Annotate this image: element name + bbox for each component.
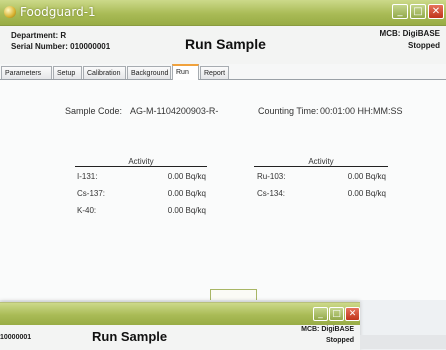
- close-button[interactable]: ✕: [345, 307, 360, 321]
- nuclide-label: I-131:: [77, 172, 98, 181]
- sample-code-value: AG-M-1104200903-R-: [130, 106, 219, 116]
- minimize-button[interactable]: _: [313, 307, 328, 321]
- second-window: _ □ ✕ 10000001 Run Sample MCB: DigiBASE …: [0, 302, 360, 350]
- minimize-button[interactable]: _: [392, 4, 408, 19]
- nuclide-label: Cs-137:: [77, 189, 106, 198]
- title-bar[interactable]: Foodguard-1 _ □ ✕: [0, 0, 446, 26]
- nuclide-label: K-40:: [77, 206, 97, 215]
- activity-value: 0.00 Bq/kq: [347, 189, 386, 198]
- tab-background[interactable]: Background: [127, 66, 171, 79]
- counting-time-value: 00:01:00 HH:MM:SS: [320, 106, 403, 116]
- partial-button[interactable]: [210, 289, 257, 300]
- tab-setup[interactable]: Setup: [53, 66, 82, 79]
- page-title: Run Sample: [92, 329, 168, 344]
- nuclide-label: Ru-103:: [257, 172, 286, 181]
- activity-value: 0.00 Bq/kq: [167, 206, 206, 215]
- second-window-title-bar[interactable]: _ □ ✕: [0, 303, 360, 325]
- tab-run[interactable]: Run: [172, 64, 199, 80]
- activity-header-left: Activity: [75, 157, 207, 167]
- tab-strip: Parameters Setup Calibration Background …: [0, 64, 446, 80]
- nuclide-label: Cs-134:: [257, 189, 286, 198]
- counting-time-label: Counting Time:: [258, 106, 319, 116]
- activity-header-right: Activity: [254, 157, 388, 167]
- department-label: Department: R: [11, 31, 67, 40]
- run-panel: Sample Code: AG-M-1104200903-R- Counting…: [0, 80, 446, 300]
- app-icon: [4, 6, 16, 18]
- maximize-button[interactable]: □: [410, 4, 426, 19]
- mcb-label: MCB: DigiBASE: [379, 29, 440, 38]
- tab-calibration[interactable]: Calibration: [83, 66, 126, 79]
- page-title: Run Sample: [185, 36, 266, 52]
- tab-parameters[interactable]: Parameters: [1, 66, 52, 79]
- maximize-button[interactable]: □: [329, 307, 344, 321]
- close-button[interactable]: ✕: [428, 4, 444, 19]
- serial-number-label: 10000001: [0, 334, 32, 341]
- mcb-label: MCB: DigiBASE: [301, 326, 354, 333]
- mcb-status: Stopped: [408, 41, 440, 50]
- activity-value: 0.00 Bq/kq: [167, 189, 206, 198]
- mcb-status: Stopped: [326, 337, 354, 344]
- activity-value: 0.00 Bq/kq: [167, 172, 206, 181]
- desktop-background: [360, 335, 446, 349]
- tab-report[interactable]: Report: [200, 66, 229, 79]
- instrument-header: Department: R Serial Number: 010000001 R…: [0, 26, 446, 64]
- activity-value: 0.00 Bq/kq: [347, 172, 386, 181]
- sample-code-label: Sample Code:: [65, 106, 123, 116]
- serial-number-label: Serial Number: 010000001: [11, 42, 111, 51]
- window-title: Foodguard-1: [20, 5, 96, 19]
- main-window: Foodguard-1 _ □ ✕ Department: R Serial N…: [0, 0, 446, 300]
